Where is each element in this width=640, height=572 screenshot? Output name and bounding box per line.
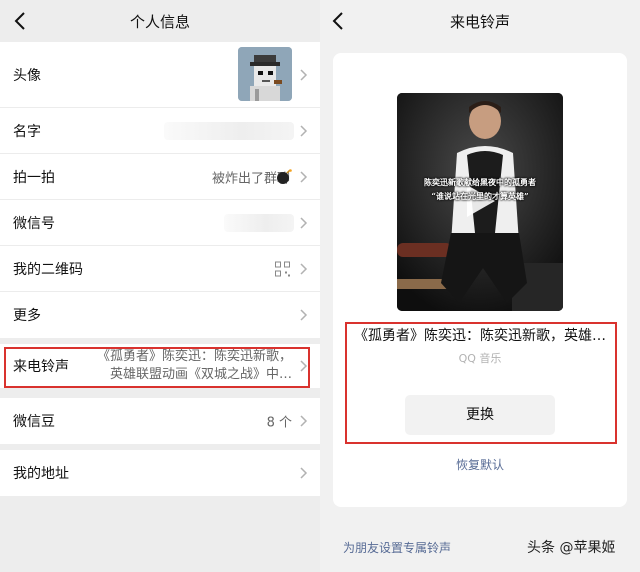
- bomb-icon: [276, 169, 292, 185]
- personal-info-screen: 个人信息 头像 名字 拍一拍 被炸出了群聊 微信号 我的二维码 更多 来电铃声 …: [0, 0, 320, 572]
- row-more[interactable]: 更多: [0, 292, 320, 338]
- row-pat[interactable]: 拍一拍 被炸出了群聊: [0, 154, 320, 200]
- chevron-right-icon: [299, 414, 308, 428]
- row-beans[interactable]: 微信豆 8 个: [0, 398, 320, 444]
- row-label: 更多: [13, 308, 41, 324]
- row-address[interactable]: 我的地址: [0, 450, 320, 496]
- row-wechat-id[interactable]: 微信号: [0, 200, 320, 246]
- chevron-right-icon: [299, 68, 308, 82]
- row-avatar[interactable]: 头像: [0, 42, 320, 108]
- video-caption-line-1: 陈奕迅新歌献给黑夜中的孤勇者: [424, 177, 536, 187]
- friend-ringtone-link[interactable]: 为朋友设置专属铃声: [343, 539, 451, 556]
- name-redacted: [164, 121, 294, 140]
- ringtone-screen: 来电铃声 陈奕迅新歌献给黑夜中的孤勇者 “谁说站在光里的才算英雄” 《孤勇者》陈…: [320, 0, 640, 572]
- avatar: [238, 47, 292, 101]
- watermark: 头条 @苹果姬: [527, 540, 616, 556]
- chevron-right-icon: [299, 216, 308, 230]
- chevron-right-icon: [299, 170, 308, 184]
- address-group: 我的地址: [0, 450, 320, 496]
- page-title: 个人信息: [129, 13, 190, 31]
- wechat-id-redacted: [224, 213, 294, 232]
- row-label: 头像: [13, 67, 41, 84]
- video-preview[interactable]: 陈奕迅新歌献给黑夜中的孤勇者 “谁说站在光里的才算英雄”: [397, 93, 563, 311]
- row-label: 拍一拍: [13, 169, 55, 186]
- highlight-box: [4, 347, 310, 388]
- video-caption: 陈奕迅新歌献给黑夜中的孤勇者 “谁说站在光里的才算英雄”: [397, 175, 563, 203]
- row-label: 微信号: [13, 215, 55, 232]
- restore-default-link[interactable]: 恢复默认: [333, 456, 627, 473]
- beans-value: 8 个: [266, 415, 292, 431]
- row-label: 我的二维码: [13, 261, 83, 278]
- row-label: 我的地址: [13, 466, 69, 482]
- row-label: 微信豆: [13, 414, 55, 430]
- page-title: 来电铃声: [449, 13, 510, 31]
- profile-group: 头像 名字 拍一拍 被炸出了群聊 微信号 我的二维码 更多: [0, 42, 320, 338]
- video-caption-line-2: “谁说站在光里的才算英雄”: [431, 191, 529, 201]
- row-label: 名字: [13, 123, 41, 140]
- beans-group: 微信豆 8 个: [0, 398, 320, 444]
- chevron-right-icon: [299, 124, 308, 138]
- chevron-right-icon: [299, 466, 308, 480]
- row-qrcode[interactable]: 我的二维码: [0, 246, 320, 292]
- header: 来电铃声: [320, 0, 640, 42]
- highlight-box: [345, 322, 617, 444]
- chevron-right-icon: [299, 262, 308, 276]
- qrcode-icon: [275, 261, 290, 276]
- chevron-right-icon: [299, 308, 308, 322]
- header: 个人信息: [0, 0, 320, 42]
- row-name[interactable]: 名字: [0, 108, 320, 154]
